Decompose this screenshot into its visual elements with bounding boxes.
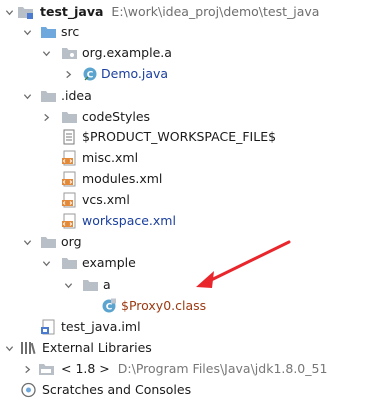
tree-row-external-libraries[interactable]: External Libraries	[0, 338, 365, 358]
tree-row-modules-xml[interactable]: modules.xml	[0, 169, 365, 189]
tree-row-jdk[interactable]: < 1.8 > D:\Program Files\Java\jdk1.8.0_51	[0, 359, 365, 379]
tree-row-demo-java[interactable]: C Demo.java	[0, 64, 365, 84]
demo-java-label: Demo.java	[101, 66, 169, 81]
project-name: test_java	[40, 4, 104, 19]
scratches-icon	[20, 382, 37, 398]
text-file-icon	[61, 129, 78, 145]
svg-text:C: C	[106, 303, 113, 313]
external-libraries-label: External Libraries	[42, 340, 152, 355]
folder-icon	[61, 109, 78, 125]
tree-row-project-root[interactable]: test_java E:\work\idea_proj\demo\test_jav…	[0, 2, 365, 22]
folder-icon	[82, 277, 99, 293]
xml-file-icon	[61, 171, 78, 187]
tree-row-vcs-xml[interactable]: vcs.xml	[0, 190, 365, 210]
modules-xml-label: modules.xml	[82, 171, 163, 186]
tree-row-src[interactable]: src	[0, 22, 365, 42]
svg-text:C: C	[87, 71, 94, 81]
xml-file-icon	[61, 213, 78, 229]
library-icon	[20, 340, 37, 356]
codestyles-label: codeStyles	[82, 109, 151, 124]
tree-row-codestyles[interactable]: codeStyles	[0, 107, 365, 127]
example-label: example	[82, 255, 136, 270]
chevron-down-icon[interactable]	[22, 27, 33, 38]
org-label: org	[61, 234, 82, 249]
chevron-right-icon[interactable]	[63, 69, 74, 80]
tree-row-workspace-xml[interactable]: workspace.xml	[0, 211, 365, 231]
tree-row-example[interactable]: example	[0, 253, 365, 273]
proxy-class-label: $Proxy0.class	[121, 298, 207, 313]
chevron-right-icon[interactable]	[41, 112, 52, 123]
tree-row-org[interactable]: org	[0, 232, 365, 252]
jdk-label: < 1.8 >	[61, 361, 110, 376]
project-path: E:\work\idea_proj\demo\test_java	[111, 4, 320, 19]
tree-row-product-workspace[interactable]: $PRODUCT_WORKSPACE_FILE$	[0, 127, 365, 147]
tree-row-package[interactable]: org.example.a	[0, 43, 365, 63]
tree-row-a[interactable]: a	[0, 275, 365, 295]
jdk-path: D:\Program Files\Java\jdk1.8.0_51	[117, 361, 328, 376]
package-label: org.example.a	[82, 45, 172, 60]
xml-file-icon	[61, 192, 78, 208]
chevron-down-icon[interactable]	[41, 48, 52, 59]
idea-label: .idea	[61, 88, 92, 103]
project-tree: test_java E:\work\idea_proj\demo\test_jav…	[0, 0, 365, 406]
workspace-xml-label: workspace.xml	[82, 213, 176, 228]
java-class-icon: C	[82, 66, 99, 82]
module-folder-icon	[17, 4, 34, 20]
chevron-down-icon[interactable]	[22, 91, 33, 102]
vcs-xml-label: vcs.xml	[82, 192, 130, 207]
misc-xml-label: misc.xml	[82, 150, 139, 165]
module-file-icon	[40, 319, 57, 335]
folder-icon	[40, 234, 57, 250]
tree-row-proxy-class[interactable]: C $Proxy0.class	[0, 296, 365, 316]
tree-row-iml[interactable]: test_java.iml	[0, 317, 365, 337]
tree-row-idea[interactable]: .idea	[0, 86, 365, 106]
xml-file-icon	[61, 150, 78, 166]
chevron-down-icon[interactable]	[41, 258, 52, 269]
a-label: a	[103, 277, 111, 292]
chevron-down-icon[interactable]	[4, 343, 15, 354]
class-file-icon: C	[101, 298, 118, 314]
chevron-down-icon[interactable]	[63, 280, 74, 291]
scratches-label: Scratches and Consoles	[42, 382, 192, 397]
source-folder-icon	[40, 24, 57, 40]
jdk-folder-icon	[38, 361, 55, 377]
src-label: src	[61, 24, 80, 39]
product-workspace-label: $PRODUCT_WORKSPACE_FILE$	[82, 129, 277, 144]
chevron-down-icon[interactable]	[22, 237, 33, 248]
chevron-right-icon[interactable]	[22, 364, 33, 375]
tree-row-misc-xml[interactable]: misc.xml	[0, 148, 365, 168]
folder-icon	[61, 255, 78, 271]
iml-label: test_java.iml	[61, 319, 141, 334]
tree-row-scratches[interactable]: Scratches and Consoles	[0, 380, 365, 400]
chevron-down-icon[interactable]	[4, 7, 15, 18]
folder-icon	[40, 88, 57, 104]
package-icon	[61, 45, 78, 61]
